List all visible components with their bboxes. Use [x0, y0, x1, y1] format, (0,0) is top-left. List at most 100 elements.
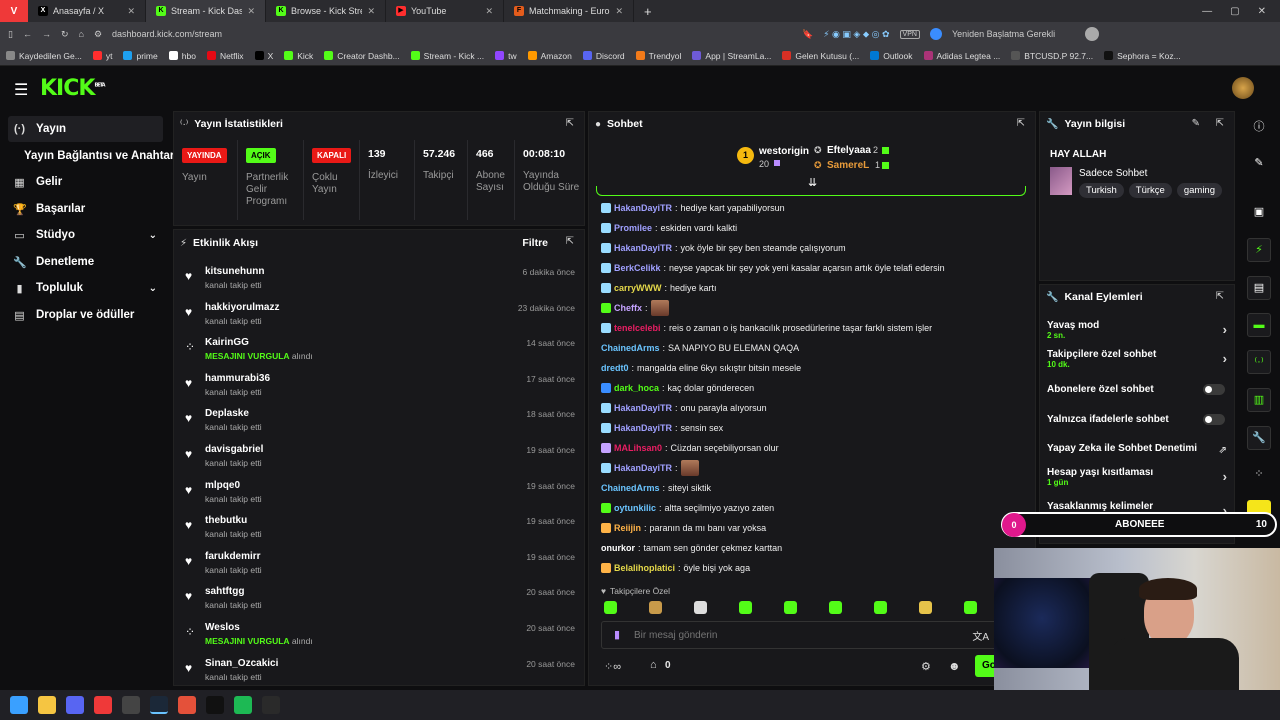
chat-settings-icon[interactable]: ⚙ [921, 660, 931, 673]
layout-icon[interactable]: ▥ [1247, 388, 1271, 412]
bookmark-item[interactable]: App | StreamLa... [692, 51, 771, 61]
info-icon[interactable]: ⓘ [1247, 116, 1271, 140]
chevron-right-icon[interactable]: › [1223, 322, 1227, 337]
bookmark-item[interactable]: Outlook [870, 51, 913, 61]
channel-action-item[interactable]: Takipçilere özel sohbet 10 dk. › [1047, 349, 1235, 373]
bookmark-item[interactable]: hbo [168, 51, 196, 61]
event-username[interactable]: sahtftgg [205, 586, 244, 597]
event-item[interactable]: ♥ hammurabi36 kanalı takip etti 17 saat önc… [185, 372, 580, 406]
wrench-icon[interactable]: 🔧 [1247, 426, 1271, 450]
toggle-switch[interactable] [1203, 414, 1225, 425]
chat-username[interactable]: Belalihoplatici [614, 563, 675, 573]
category-thumbnail[interactable] [1050, 167, 1072, 195]
url-field[interactable]: dashboard.kick.com/stream [112, 29, 792, 39]
emote-icon[interactable] [694, 601, 707, 614]
bookmark-item[interactable]: Netflix [206, 51, 244, 61]
channel-action-item[interactable]: Yalnızca ifadelerle sohbet [1047, 414, 1235, 438]
chat-message[interactable]: dark_hoca: kaç dolar gönderecen [601, 381, 1021, 395]
category-name[interactable]: Sadece Sohbet [1079, 168, 1147, 179]
top-gifter-3[interactable]: SamereL [827, 160, 869, 171]
chat-input[interactable] [634, 627, 944, 643]
camera-icon[interactable]: ▣ [1247, 201, 1271, 225]
top-gifter-2[interactable]: Eftelyaaa [827, 145, 871, 156]
maximize-window-icon[interactable]: ▢ [1230, 6, 1239, 17]
restart-required-label[interactable]: Yeniden Başlatma Gerekli [952, 29, 1055, 39]
bookmark-item[interactable]: Discord [582, 51, 625, 61]
profile-avatar[interactable] [1085, 27, 1100, 41]
back-icon[interactable]: ← [23, 29, 32, 39]
minimize-window-icon[interactable]: — [1202, 6, 1212, 17]
panel-toggle-icon[interactable]: ▯ [8, 29, 13, 40]
kick-logo[interactable]: KICKBETA [40, 76, 106, 101]
chat-message[interactable]: ChainedArms: siteyi siktik [601, 481, 1021, 495]
chat-input-box[interactable]: ▮ 文A [601, 621, 998, 649]
mic-icon[interactable]: ▮ [614, 628, 620, 641]
event-item[interactable]: ♥ thebutku kanalı takip etti 19 saat önce [185, 514, 580, 548]
bookmark-item[interactable]: tw [495, 51, 517, 61]
stream-tag[interactable]: Türkçe [1128, 183, 1172, 198]
chat-message[interactable]: HakanDayiTR: onu parayla alıyorsun [601, 401, 1021, 415]
emote-icon[interactable] [739, 601, 752, 614]
sidebar-item-yayin[interactable]: (·) Yayın [8, 116, 163, 142]
site-info-icon[interactable]: ⚙ [94, 29, 102, 40]
stream-tag[interactable]: Turkish [1079, 183, 1124, 198]
external-link-icon[interactable]: ⇗ [1219, 445, 1227, 456]
chat-username[interactable]: Reiijin [614, 523, 641, 533]
chat-message[interactable]: Belalihoplatici: öyle bişi yok aga [601, 561, 1021, 575]
chat-message[interactable]: HakanDayiTR: hediye kart yapabiliyorsun [601, 201, 1021, 215]
translate-icon[interactable]: 文A [972, 628, 989, 643]
chat-username[interactable]: HakanDayiTR [614, 243, 672, 253]
emote-icon[interactable] [874, 601, 887, 614]
forward-icon[interactable]: → [42, 29, 51, 39]
chat-username[interactable]: BerkCelikk [614, 263, 661, 273]
event-item[interactable]: ♥ davisgabriel kanalı takip etti 19 saat ön… [185, 443, 580, 477]
vivaldi-menu-icon[interactable]: V [0, 0, 28, 22]
vpn-badge[interactable]: VPN [899, 29, 920, 39]
emote-icon[interactable] [784, 601, 797, 614]
store-icon[interactable]: ⌂ [650, 659, 657, 671]
browser-tab[interactable]: X Anasayfa / X ✕ [28, 0, 146, 22]
event-username[interactable]: hakkiyorulmazz [205, 302, 279, 313]
emote-icon[interactable] [829, 601, 842, 614]
chat-username[interactable]: onurkor [601, 543, 635, 553]
sidebar-item-denetleme[interactable]: 🔧 Denetleme [8, 249, 163, 275]
event-username[interactable]: mlpqe0 [205, 480, 240, 491]
edit-icon[interactable]: ✎ [1192, 118, 1200, 129]
chat-username[interactable]: tenelcelebi [614, 323, 661, 333]
steam-icon[interactable] [150, 696, 168, 714]
chat-icon[interactable]: ▬ [1247, 313, 1271, 337]
faceit-icon[interactable] [178, 696, 196, 714]
chat-username[interactable]: ChainedArms [601, 343, 660, 353]
popout-icon[interactable]: ⇱ [566, 118, 574, 129]
chat-message[interactable]: carryWWW: hediye kartı [601, 281, 1021, 295]
bookmark-item[interactable]: BTCUSD.P 92.7... [1011, 51, 1093, 61]
event-username[interactable]: hammurabi36 [205, 373, 270, 384]
bookmark-item[interactable]: Sephora = Koz... [1104, 51, 1181, 61]
toggle-switch[interactable] [1203, 384, 1225, 395]
bookmark-item[interactable]: Trendyol [635, 51, 681, 61]
sidebar-item-basarilar[interactable]: 🏆 Başarılar [8, 196, 163, 222]
channel-action-item[interactable]: Abonelere özel sohbet [1047, 384, 1235, 408]
tab-close-icon[interactable]: ✕ [367, 6, 375, 17]
event-username[interactable]: Weslos [205, 622, 240, 633]
user-avatar[interactable] [1232, 77, 1254, 99]
bookmark-item[interactable]: Amazon [527, 51, 572, 61]
chat-message[interactable]: oytunkilic: altta seçilmiyo yazıyo zaten [601, 501, 1021, 515]
new-tab-button[interactable]: + [634, 4, 662, 19]
bookmark-item[interactable]: yt [92, 51, 112, 61]
chat-message[interactable]: HakanDayiTR: [601, 460, 1021, 476]
bookmark-item[interactable]: Creator Dashb... [324, 51, 400, 61]
hamburger-menu-icon[interactable]: ☰ [14, 80, 28, 100]
bookmark-item[interactable]: Adidas Legtea ... [923, 51, 1000, 61]
channel-action-item[interactable]: Yapay Zeka ile Sohbet Denetimi ⇗ [1047, 443, 1235, 467]
popout-icon[interactable]: ⇱ [566, 236, 574, 247]
event-item[interactable]: ⁘ Weslos MESAJINI VURGULA alındı 20 saat ön… [185, 621, 580, 655]
chat-username[interactable]: HakanDayiTR [614, 463, 672, 473]
popout-icon[interactable]: ⇱ [1216, 118, 1224, 129]
browser-tab[interactable]: K Stream - Kick Dashboard ✕ [146, 0, 266, 22]
chat-message[interactable]: dredt0: mangalda eline 6kyı sıkıştır bits… [601, 361, 1021, 375]
event-username[interactable]: kitsunehunn [205, 266, 264, 277]
chat-message[interactable]: BerkCelikk: neyse yapcak bir şey yok yeni… [601, 261, 1021, 275]
chat-username[interactable]: dark_hoca [614, 383, 659, 393]
kick-app-icon[interactable] [206, 696, 224, 714]
